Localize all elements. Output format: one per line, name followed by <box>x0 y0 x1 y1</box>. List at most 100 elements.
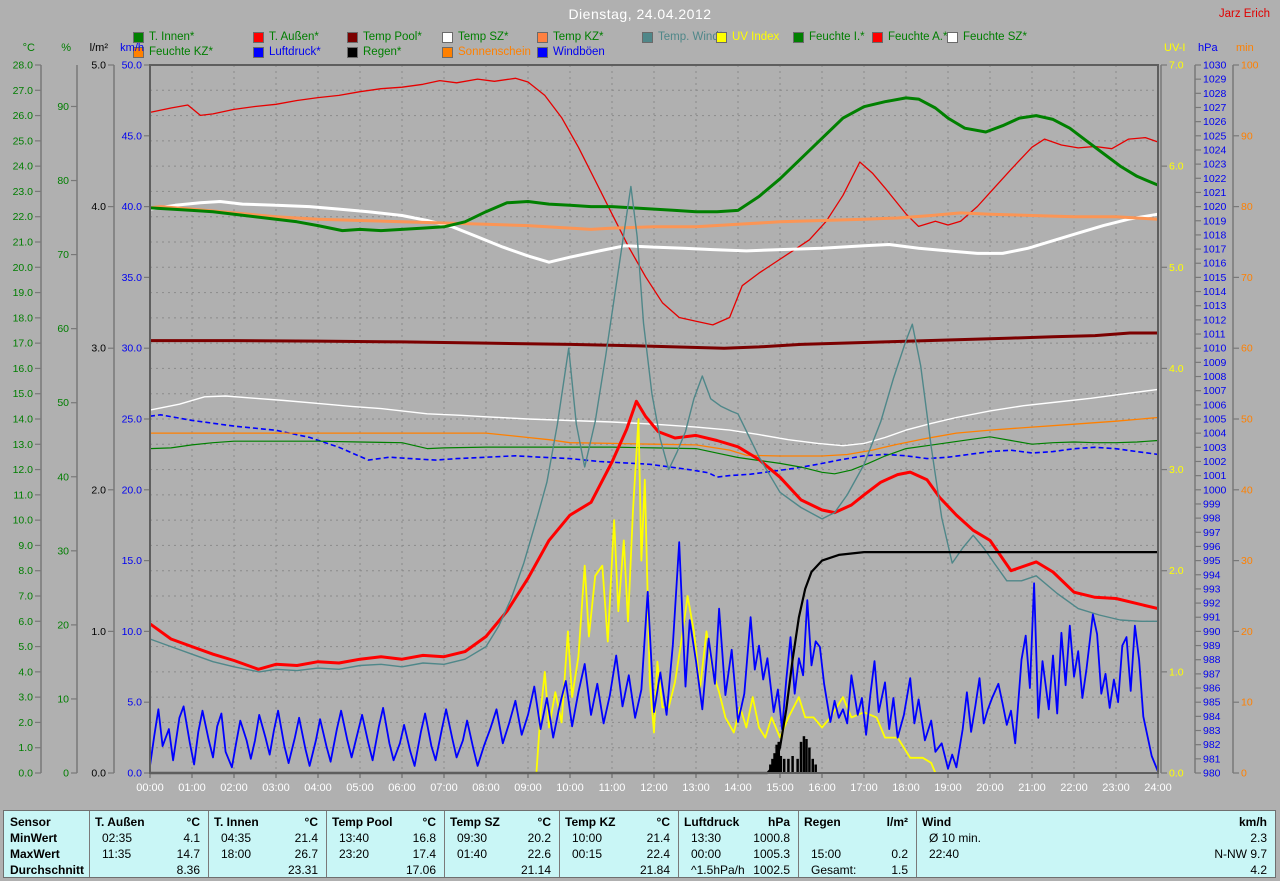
axis-tick-label: 1002 <box>1203 456 1227 468</box>
table-column-divider <box>208 811 209 877</box>
axis-tick-label: 22.0 <box>13 211 34 223</box>
table-cell: 26.7 <box>294 847 318 861</box>
x-tick-label: 07:00 <box>430 782 458 794</box>
axis-tick-label: 23.0 <box>13 186 34 198</box>
axis-unit-label: hPa <box>1198 42 1218 54</box>
table-cell: 22:40 <box>929 847 960 861</box>
table-cell: 1.5 <box>891 863 908 877</box>
table-cell: 10:00 <box>572 831 603 845</box>
axis-tick-label: 1.0 <box>91 626 106 638</box>
axis-tick-label: 27.0 <box>13 85 34 97</box>
axis-tick-label: 985 <box>1203 697 1221 709</box>
table-cell: 17.4 <box>412 847 436 861</box>
table-cell: km/h <box>1238 815 1267 829</box>
table-cell: Regen <box>804 815 841 829</box>
axis-lm2: l/m² 0.0 1.0 2.0 3.0 4.0 5.0 <box>90 42 115 780</box>
axis-tick-label: 10 <box>57 693 69 705</box>
table-row-label: MaxWert <box>10 847 60 861</box>
table-cell: °C <box>537 815 551 829</box>
table-cell: Temp SZ <box>450 815 500 829</box>
axis-tick-label: 60 <box>57 323 69 335</box>
axis-tick-label: 994 <box>1203 569 1221 581</box>
axis-tick-label: 5.0 <box>91 60 106 72</box>
axis-tick-label: 20 <box>1241 626 1253 638</box>
table-cell <box>444 862 457 878</box>
table-cell: 21.4 <box>646 831 670 845</box>
axis-tick-label: 1018 <box>1203 229 1227 241</box>
table-cell: hPa <box>767 815 790 829</box>
axis-tick-label: 9.0 <box>18 540 33 552</box>
table-cell: l/m² <box>886 815 908 829</box>
axis-tick-label: 25.0 <box>122 414 143 426</box>
axis-tick-label: 1024 <box>1203 144 1227 156</box>
axis-tick-label: 984 <box>1203 711 1221 723</box>
axis-tick-label: 90 <box>1241 130 1253 142</box>
table-cell: 21.84 <box>639 863 670 877</box>
axis-tick-label: 988 <box>1203 654 1221 666</box>
axis-tick-label: 0.0 <box>91 768 106 780</box>
table-row-label: MinWert <box>10 831 58 845</box>
axis-tick-label: 2.0 <box>18 717 33 729</box>
axis-tick-label: 1003 <box>1203 442 1227 454</box>
x-tick-label: 17:00 <box>850 782 878 794</box>
axis-tick-label: 10 <box>1241 697 1253 709</box>
table-cell <box>208 862 221 878</box>
x-tick-label: 06:00 <box>388 782 416 794</box>
table-cell: T. Außen <box>95 815 145 829</box>
axis-tick-label: 993 <box>1203 583 1221 595</box>
axis-tick-label: 30.0 <box>122 343 143 355</box>
axis-tick-label: 1006 <box>1203 399 1227 411</box>
x-tick-label: 14:00 <box>724 782 752 794</box>
axis-unit-label: °C <box>23 42 35 54</box>
axis-tick-label: 45.0 <box>122 130 143 142</box>
axis-tick-label: 1029 <box>1203 74 1227 86</box>
axis-tick-label: 5.0 <box>127 697 142 709</box>
axis-tick-label: 18.0 <box>13 312 34 324</box>
axis-unit-label: l/m² <box>90 42 109 54</box>
x-tick-label: 09:00 <box>514 782 542 794</box>
axis-tick-label: 28.0 <box>13 60 34 72</box>
axis-tick-label: 1019 <box>1203 215 1227 227</box>
axis-tick-label: 1010 <box>1203 343 1227 355</box>
table-group-t-innen: T. Innen °C 04:35 21.4 18:00 26.7 23.31 <box>208 811 326 880</box>
axis-tick-label: 15.0 <box>122 555 143 567</box>
table-cell: 4.2 <box>1250 863 1267 877</box>
axis-tick-label: 996 <box>1203 541 1221 553</box>
table-cell: 00:15 <box>572 847 603 861</box>
axis-tick-label: 11.0 <box>13 489 33 501</box>
table-cell: 22.6 <box>527 847 551 861</box>
table-cell: 13:40 <box>339 831 370 845</box>
table-cell: 14.7 <box>176 847 200 861</box>
axis-tick-label: 35.0 <box>122 272 143 284</box>
axis-tick-label: 982 <box>1203 739 1221 751</box>
table-row-label-column: Sensor MinWert MaxWert Durchschnitt <box>4 811 89 880</box>
table-cell <box>326 862 339 878</box>
axis-tick-label: 1004 <box>1203 428 1227 440</box>
table-column-divider <box>444 811 445 877</box>
table-cell: 04:35 <box>221 831 252 845</box>
x-tick-label: 01:00 <box>178 782 206 794</box>
axis-tick-label: 2.0 <box>91 484 106 496</box>
table-cell: 21.4 <box>294 831 318 845</box>
table-group-t-au-en: T. Außen °C 02:35 4.1 11:35 14.7 8.36 <box>89 811 208 880</box>
x-tick-label: 22:00 <box>1060 782 1088 794</box>
axis-tick-label: 1011 <box>1203 329 1226 341</box>
table-cell: Temp KZ <box>565 815 616 829</box>
x-tick-label: 08:00 <box>472 782 500 794</box>
axis-tick-label: 991 <box>1203 612 1221 624</box>
axis-tick-label: 1007 <box>1203 385 1227 397</box>
x-tick-label: 23:00 <box>1102 782 1130 794</box>
axis-tick-label: 21.0 <box>13 237 34 249</box>
table-cell: 23.31 <box>287 863 318 877</box>
x-tick-label: 05:00 <box>346 782 374 794</box>
x-tick-label: 19:00 <box>934 782 962 794</box>
axis-tick-label: 1005 <box>1203 414 1227 426</box>
table-cell: Wind <box>922 815 952 829</box>
axis-tick-label: 995 <box>1203 555 1221 567</box>
axis-tick-label: 20.0 <box>122 484 143 496</box>
table-cell: 0.2 <box>891 847 908 861</box>
axis-tick-label: 16.0 <box>13 363 34 375</box>
x-tick-label: 00:00 <box>136 782 164 794</box>
axis-tick-label: 3.0 <box>91 343 106 355</box>
table-row-label: Sensor <box>10 815 51 829</box>
